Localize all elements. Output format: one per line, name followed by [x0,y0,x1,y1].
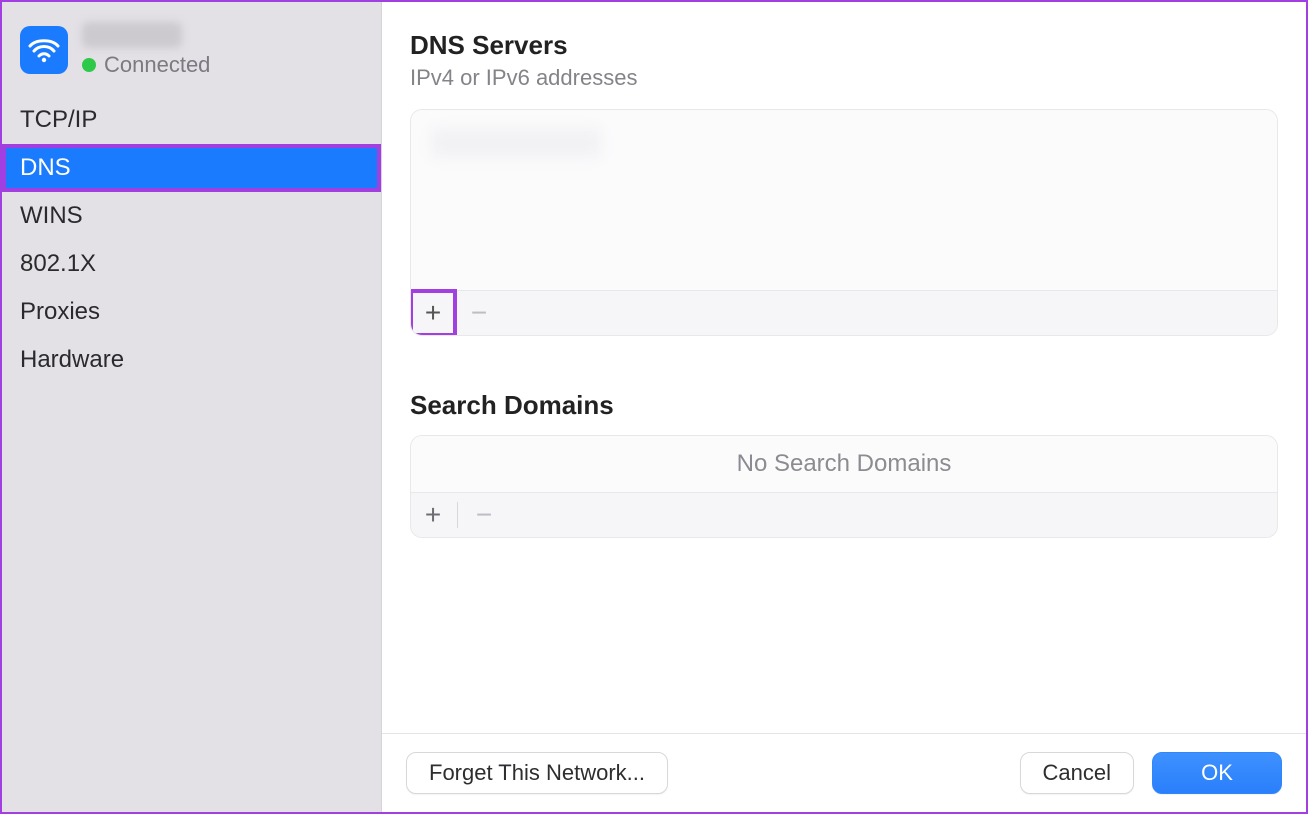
toolbar-separator [457,502,458,528]
cancel-button[interactable]: Cancel [1020,752,1134,794]
sidebar-item-dns[interactable]: DNS [2,144,381,192]
dns-section-title: DNS Servers [410,30,1278,61]
footer-right-buttons: Cancel OK [1020,752,1282,794]
sidebar-item-hardware[interactable]: Hardware [2,336,381,384]
dns-remove-button[interactable]: − [457,291,501,335]
dns-add-button[interactable]: + [410,289,457,336]
forget-network-button[interactable]: Forget This Network... [406,752,668,794]
sidebar: Connected TCP/IP DNS WINS 802.1X Proxies… [2,2,382,812]
sidebar-list: TCP/IP DNS WINS 802.1X Proxies Hardware [2,96,381,384]
network-name-redacted [82,22,182,48]
search-domains-title: Search Domains [410,390,1278,421]
search-domains-remove-button[interactable]: − [462,493,506,537]
dns-section-subtitle: IPv4 or IPv6 addresses [410,65,1278,91]
dns-servers-panel: + − [410,109,1278,336]
sidebar-item-8021x[interactable]: 802.1X [2,240,381,288]
sidebar-item-wins[interactable]: WINS [2,192,381,240]
sidebar-item-proxies[interactable]: Proxies [2,288,381,336]
dns-servers-list[interactable] [411,110,1277,290]
search-domains-list[interactable]: No Search Domains [411,436,1277,492]
ok-button[interactable]: OK [1152,752,1282,794]
dns-entry-redacted [431,128,601,158]
search-domains-toolbar: + − [411,492,1277,537]
network-settings-window: Connected TCP/IP DNS WINS 802.1X Proxies… [0,0,1308,814]
search-domains-panel: No Search Domains + − [410,435,1278,538]
search-domains-section: Search Domains No Search Domains + − [410,390,1278,538]
search-domains-add-button[interactable]: + [411,493,455,537]
status-label: Connected [104,52,210,78]
dns-servers-toolbar: + − [411,290,1277,335]
dns-servers-section: DNS Servers IPv4 or IPv6 addresses + − [410,30,1278,336]
dialog-footer: Forget This Network... Cancel OK [382,733,1306,812]
network-header: Connected [2,16,381,90]
main-content: DNS Servers IPv4 or IPv6 addresses + − S… [382,2,1306,812]
network-title-block: Connected [82,22,210,78]
status-dot-icon [82,58,96,72]
network-status: Connected [82,52,210,78]
search-domains-empty-text: No Search Domains [411,436,1277,492]
sidebar-item-tcpip[interactable]: TCP/IP [2,96,381,144]
wifi-icon [20,26,68,74]
